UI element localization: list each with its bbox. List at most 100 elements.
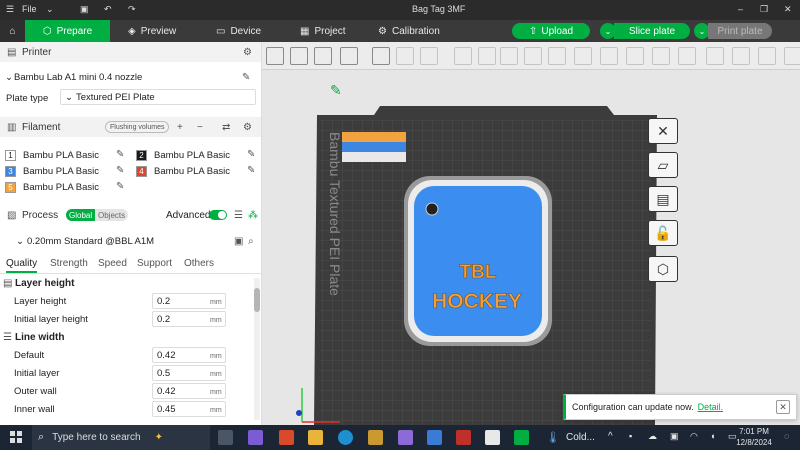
- print-plate-button[interactable]: Print plate: [708, 23, 772, 39]
- windows-start-icon[interactable]: [10, 431, 22, 443]
- profile-search-icon[interactable]: ⌕: [248, 236, 254, 247]
- volume-icon[interactable]: ◖: [710, 431, 715, 441]
- notification-close-icon[interactable]: ✕: [776, 400, 790, 414]
- printer-name[interactable]: Bambu Lab A1 mini 0.4 nozzle: [14, 72, 142, 83]
- printer-edit-icon[interactable]: ✎: [242, 72, 250, 83]
- toolbar-tool-icon[interactable]: [524, 47, 542, 65]
- tab-support[interactable]: Support: [137, 258, 172, 269]
- toolbar-tool-icon[interactable]: [420, 47, 438, 65]
- filament-edit-icon[interactable]: ✎: [116, 165, 124, 176]
- advanced-switch[interactable]: [209, 210, 227, 220]
- task-view-icon[interactable]: [218, 430, 233, 445]
- toolbar-tool-icon[interactable]: [652, 47, 670, 65]
- toolbar-tool-icon[interactable]: [500, 47, 518, 65]
- toolbar-tool-icon[interactable]: [478, 47, 496, 65]
- autodesk-icon[interactable]: [456, 430, 471, 445]
- tab-calibration[interactable]: ⚙ Calibration: [378, 20, 440, 42]
- toolbar-tool-icon[interactable]: [548, 47, 566, 65]
- toolbar-tool-icon[interactable]: [732, 47, 750, 65]
- toolbar-tool-icon[interactable]: [290, 47, 308, 65]
- filament-name[interactable]: Bambu PLA Basic: [23, 166, 99, 177]
- clock-time[interactable]: 7:01 PM: [735, 427, 773, 436]
- process-objects-toggle[interactable]: Objects: [95, 209, 129, 221]
- dropbox-icon[interactable]: [427, 430, 442, 445]
- onedrive-icon[interactable]: ☁: [648, 431, 657, 442]
- flushing-volumes-button[interactable]: Flushing volumes: [105, 121, 170, 133]
- edge-browser-icon[interactable]: [338, 430, 353, 445]
- file-explorer-icon[interactable]: [308, 430, 323, 445]
- filament-swatch[interactable]: 2: [136, 150, 147, 161]
- tab-device[interactable]: ▭ Device: [216, 20, 261, 42]
- filament-swatch[interactable]: 4: [136, 166, 147, 177]
- tab-preview[interactable]: ◈ Preview: [128, 20, 176, 42]
- filament-settings-gear-icon[interactable]: ⚙: [243, 122, 252, 133]
- plate-settings-icon[interactable]: ⬡: [648, 256, 678, 282]
- filament-edit-icon[interactable]: ✎: [116, 149, 124, 160]
- tab-quality[interactable]: Quality: [6, 258, 38, 273]
- upload-button[interactable]: ⇧ Upload: [512, 23, 590, 39]
- profile-save-icon[interactable]: ▣: [234, 236, 243, 247]
- filament-edit-icon[interactable]: ✎: [247, 149, 255, 160]
- minimize-icon[interactable]: –: [738, 4, 743, 14]
- filament-edit-icon[interactable]: ✎: [247, 165, 255, 176]
- filament-name[interactable]: Bambu PLA Basic: [154, 150, 230, 161]
- printer-chevron-icon[interactable]: ⌄: [5, 72, 13, 83]
- clock-date[interactable]: 12/8/2024: [730, 438, 778, 447]
- add-filament-icon[interactable]: +: [177, 122, 183, 133]
- weather-text[interactable]: Cold...: [566, 432, 595, 443]
- tray-app-icon-2[interactable]: ▣: [670, 431, 679, 442]
- toolbar-tool-icon[interactable]: [600, 47, 618, 65]
- 3d-viewport[interactable]: ✎ Bambu Textured PEI Plate TBL HOCKEY ✕ …: [262, 42, 800, 425]
- remove-filament-icon[interactable]: −: [197, 122, 203, 133]
- auto-orient-icon[interactable]: ▱: [648, 152, 678, 178]
- tray-chevron-up-icon[interactable]: ^: [608, 431, 613, 442]
- lock-plate-icon[interactable]: 🔓: [648, 220, 678, 246]
- toolbar-tool-icon[interactable]: [626, 47, 644, 65]
- copilot-app-icon[interactable]: [248, 430, 263, 445]
- bambu-studio-taskbar-icon[interactable]: [514, 430, 529, 445]
- notification-bell-icon[interactable]: ◌: [784, 431, 789, 441]
- toolbar-tool-icon[interactable]: [784, 47, 800, 65]
- settings-scrollbar[interactable]: [254, 278, 260, 420]
- process-list-icon[interactable]: ☰: [234, 210, 243, 221]
- tab-others[interactable]: Others: [184, 258, 214, 269]
- process-compare-icon[interactable]: ⁂: [248, 210, 258, 221]
- toolbar-tool-icon[interactable]: [574, 47, 592, 65]
- wifi-icon[interactable]: ◠: [690, 431, 698, 442]
- toolbar-tool-icon[interactable]: [314, 47, 332, 65]
- taskbar-search[interactable]: ⌕ Type here to search ✦: [32, 425, 210, 450]
- filament-edit-icon[interactable]: ✎: [116, 181, 124, 192]
- undo-icon[interactable]: ↶: [104, 4, 112, 15]
- toolbar-tool-icon[interactable]: [340, 47, 358, 65]
- printer-settings-gear-icon[interactable]: ⚙: [243, 47, 252, 58]
- toolbar-tool-icon[interactable]: [372, 47, 390, 65]
- filament-swatch[interactable]: 1: [5, 150, 16, 161]
- toolbar-tool-icon[interactable]: [706, 47, 724, 65]
- app-icon-red[interactable]: [279, 430, 294, 445]
- app-icon-purple[interactable]: [398, 430, 413, 445]
- app-icon-gold[interactable]: [368, 430, 383, 445]
- profile-chevron-icon[interactable]: ⌄: [16, 236, 24, 247]
- close-view-icon[interactable]: ✕: [648, 118, 678, 144]
- tray-app-icon[interactable]: ▪: [629, 431, 632, 441]
- slice-plate-button[interactable]: Slice plate: [614, 23, 690, 39]
- arrange-icon[interactable]: ▤: [648, 186, 678, 212]
- filament-name[interactable]: Bambu PLA Basic: [23, 150, 99, 161]
- toolbar-tool-icon[interactable]: [454, 47, 472, 65]
- tab-strength[interactable]: Strength: [50, 258, 88, 269]
- redo-icon[interactable]: ↷: [128, 4, 136, 15]
- filament-swatch[interactable]: 3: [5, 166, 16, 177]
- tab-speed[interactable]: Speed: [98, 258, 127, 269]
- notification-detail-link[interactable]: Detail.: [698, 402, 724, 412]
- close-window-icon[interactable]: ✕: [784, 4, 792, 15]
- app-menu-icon[interactable]: ☰: [6, 4, 14, 15]
- save-icon[interactable]: ▣: [80, 4, 89, 15]
- file-menu-chevron-icon[interactable]: ⌄: [46, 4, 54, 15]
- process-global-toggle[interactable]: Global: [66, 209, 96, 221]
- tab-project[interactable]: ▦ Project: [300, 20, 346, 42]
- plate-type-select[interactable]: ⌄ Textured PEI Plate: [60, 89, 256, 105]
- microsoft-store-icon[interactable]: [485, 430, 500, 445]
- scrollbar-thumb[interactable]: [254, 288, 260, 312]
- file-menu[interactable]: File: [22, 4, 37, 14]
- toolbar-tool-icon[interactable]: [758, 47, 776, 65]
